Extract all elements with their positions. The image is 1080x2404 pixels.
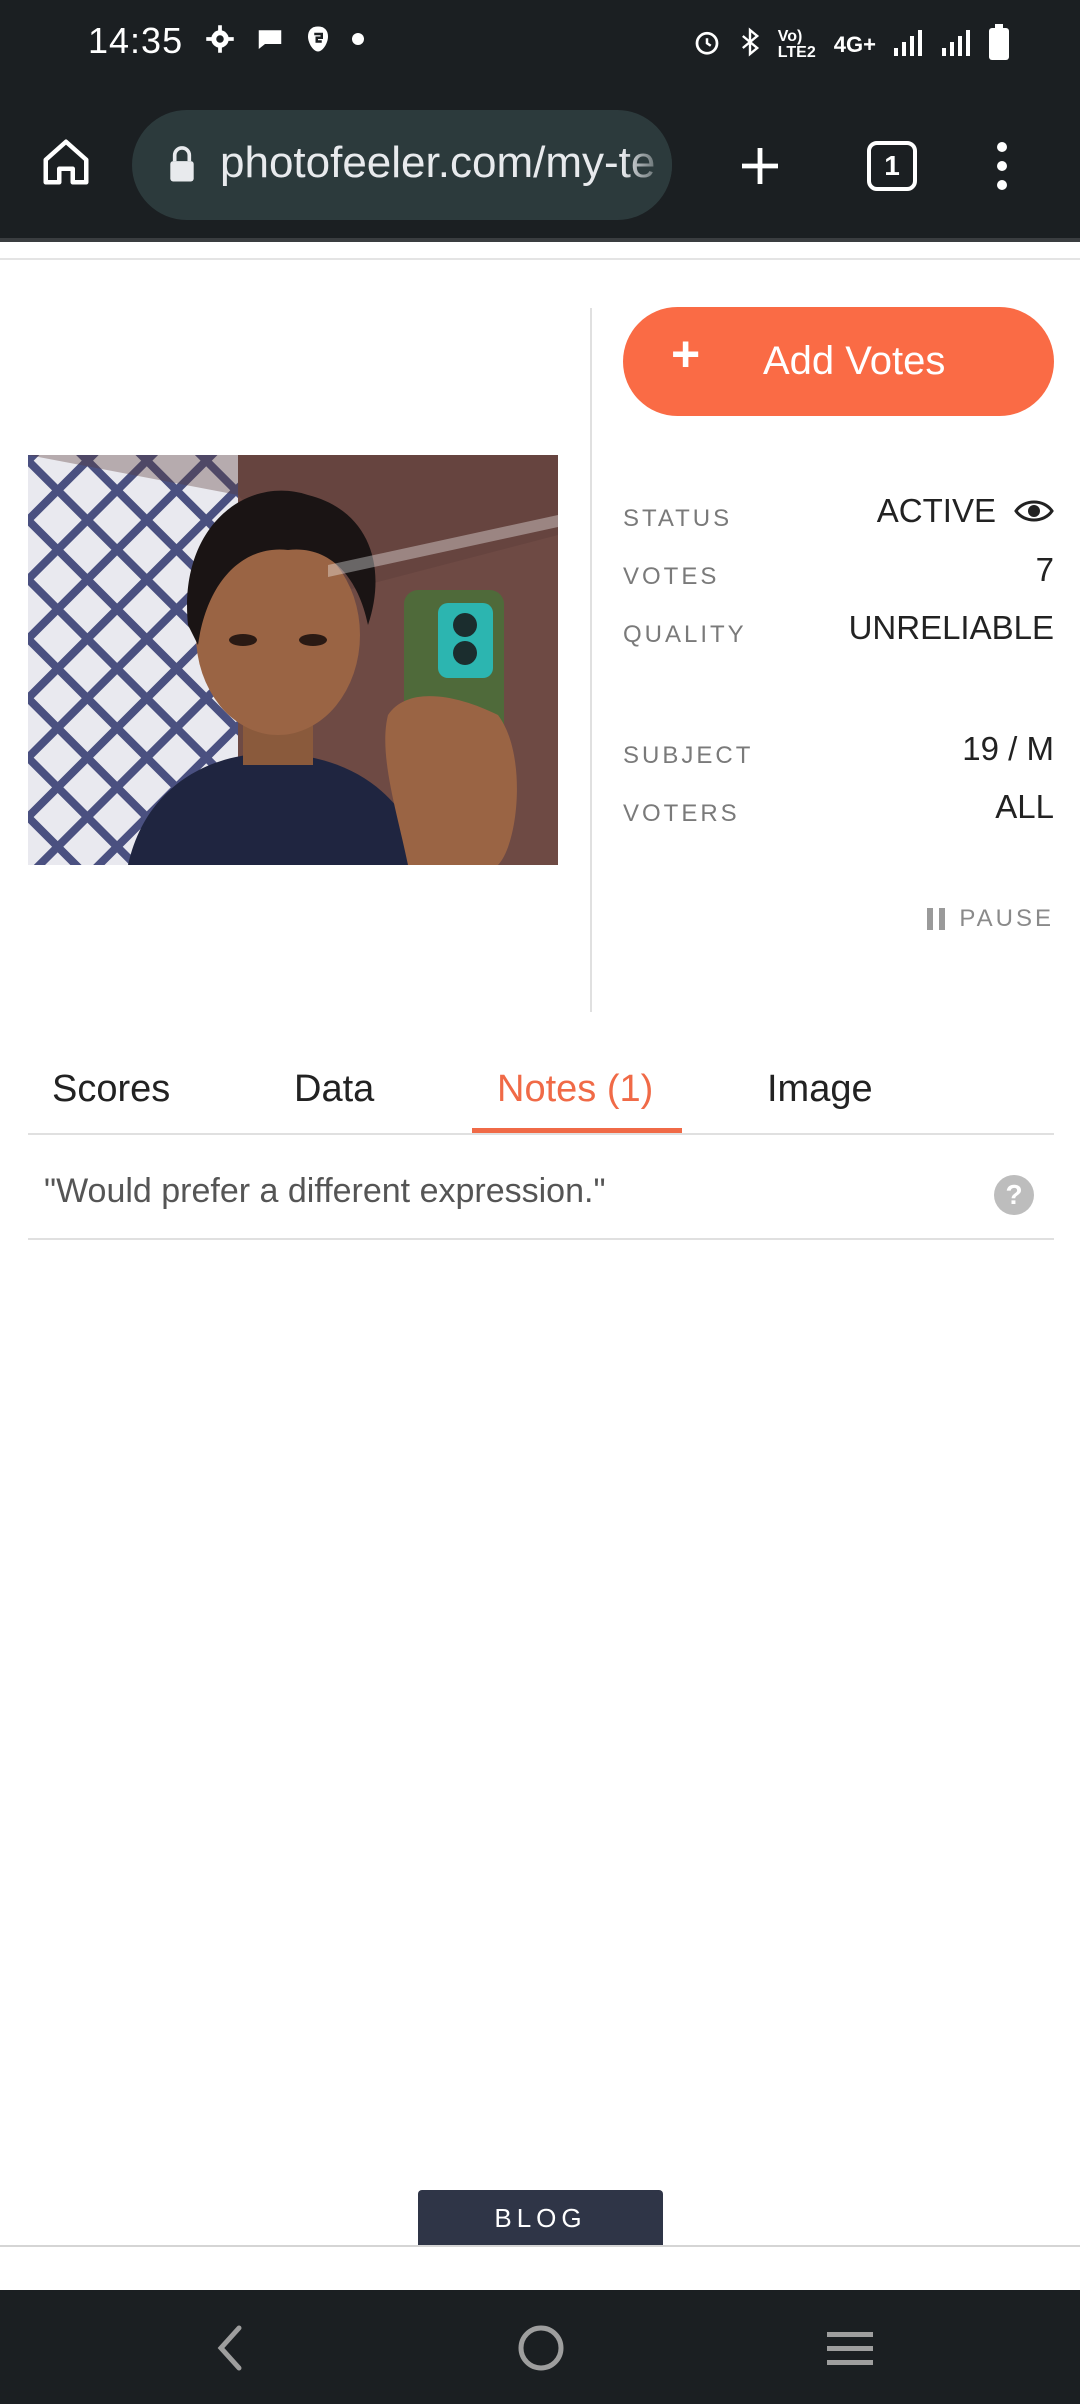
- status-bar: 14:35 Vo) LTE2 4G+: [0, 0, 1080, 90]
- tab-switcher-button[interactable]: 1: [866, 140, 918, 192]
- back-icon[interactable]: [205, 2320, 255, 2376]
- alarm-icon: [692, 27, 722, 63]
- subject-label: SUBJECT: [623, 742, 754, 769]
- help-icon[interactable]: ?: [994, 1175, 1034, 1215]
- active-tab-indicator: [472, 1128, 682, 1133]
- subject-value: 19 / M: [962, 730, 1054, 767]
- content-top-divider: [0, 258, 1080, 260]
- pause-label: PAUSE: [959, 905, 1054, 932]
- result-tabs: Scores Data Notes (1) Image: [28, 1068, 1054, 1136]
- voters-value: ALL: [995, 788, 1054, 825]
- battery-icon: [988, 24, 1010, 66]
- home-icon[interactable]: [38, 134, 94, 190]
- tab-notes[interactable]: Notes (1): [497, 1068, 653, 1111]
- volte-icon: Vo) LTE2: [777, 28, 816, 61]
- app-icon: [305, 24, 331, 59]
- chat-icon: [255, 24, 285, 59]
- dot-icon: [351, 32, 365, 51]
- tabs-divider: [28, 1133, 1054, 1135]
- tab-scores[interactable]: Scores: [52, 1068, 170, 1111]
- add-votes-label: Add Votes: [763, 339, 946, 383]
- address-bar[interactable]: photofeeler.com/my-te: [132, 110, 672, 220]
- url-text: photofeeler.com/my-te: [220, 138, 656, 187]
- status-label: STATUS: [623, 505, 733, 532]
- system-nav-bar: [0, 2290, 1080, 2404]
- status-value: ACTIVE: [876, 492, 996, 529]
- quality-value: UNRELIABLE: [848, 609, 1054, 646]
- note-divider: [28, 1238, 1054, 1240]
- bluetooth-icon: [738, 27, 762, 63]
- notification-icons: [205, 24, 365, 59]
- votes-value: 7: [1035, 551, 1054, 588]
- tab-count: 1: [884, 150, 900, 181]
- add-votes-button[interactable]: + Add Votes: [623, 307, 1054, 416]
- status-time: 14:35: [88, 20, 184, 61]
- tab-image[interactable]: Image: [767, 1068, 873, 1111]
- network-4g-icon: 4G+: [833, 32, 876, 57]
- recents-menu-icon[interactable]: [824, 2326, 876, 2370]
- toolbar-divider: [0, 238, 1080, 242]
- vertical-divider: [590, 308, 592, 1012]
- test-photo[interactable]: [28, 455, 558, 865]
- gear-icon: [205, 24, 235, 59]
- signal-icon: [892, 28, 924, 62]
- footer-divider: [0, 2245, 1080, 2247]
- lock-icon: [162, 144, 202, 184]
- note-text: "Would prefer a different expression.": [44, 1172, 606, 1210]
- voters-label: VOTERS: [623, 800, 740, 827]
- new-tab-icon[interactable]: [732, 138, 788, 194]
- plus-icon: +: [671, 326, 701, 382]
- browser-toolbar: photofeeler.com/my-te 1: [0, 90, 1080, 242]
- home-nav-icon[interactable]: [515, 2322, 567, 2374]
- pause-icon: [927, 908, 946, 930]
- blog-button[interactable]: BLOG: [418, 2190, 663, 2246]
- quality-label: QUALITY: [623, 621, 747, 648]
- votes-label: VOTES: [623, 563, 720, 590]
- tab-data[interactable]: Data: [294, 1068, 374, 1111]
- signal-icon: [940, 28, 972, 62]
- more-options-icon[interactable]: [990, 136, 1014, 196]
- url-fade: [622, 110, 672, 220]
- eye-icon[interactable]: [1014, 494, 1054, 528]
- system-icons: Vo) LTE2 4G+: [692, 24, 1010, 66]
- pause-button[interactable]: PAUSE: [927, 905, 1054, 933]
